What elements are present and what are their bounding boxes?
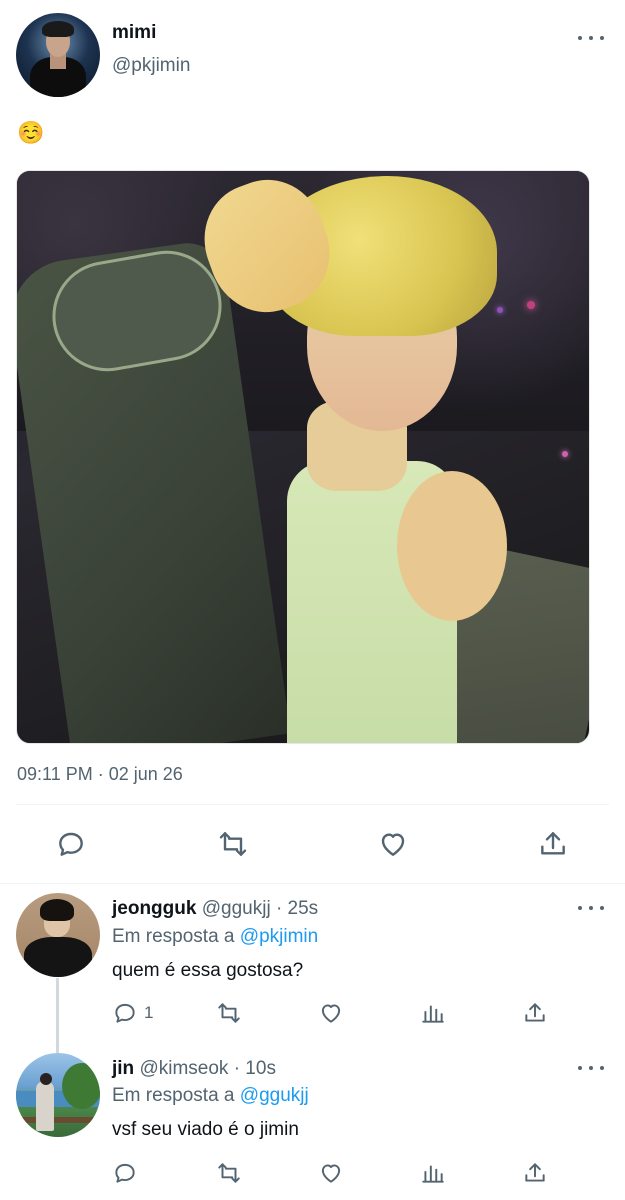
mention-link[interactable]: @pkjimin: [240, 926, 318, 947]
tweet-text: ☺️: [17, 120, 45, 145]
retweet-icon[interactable]: [213, 822, 253, 866]
replying-to: Em resposta a @ggukjj: [112, 1085, 309, 1107]
reply-author-name[interactable]: jeongguk: [112, 898, 196, 919]
reply-action-bar: 1: [0, 996, 625, 1030]
tweet-action-bar: [0, 822, 625, 866]
author-avatar[interactable]: [16, 13, 100, 97]
main-tweet: mimi @pkjimin ☺️ 09:11 PM · 02 jun 26: [0, 0, 625, 884]
author-handle[interactable]: @pkjimin: [112, 55, 190, 77]
reply-action-bar: [0, 1156, 625, 1190]
retweet-icon[interactable]: [216, 1156, 242, 1190]
reply-icon[interactable]: [112, 1156, 138, 1190]
like-icon[interactable]: [318, 996, 344, 1030]
divider: [0, 883, 625, 884]
reply-avatar[interactable]: [16, 893, 100, 977]
thread-connector-line: [56, 978, 59, 1053]
reply-icon[interactable]: [51, 822, 91, 866]
more-options-icon[interactable]: [578, 28, 604, 48]
reply-avatar[interactable]: [16, 1053, 100, 1137]
reply-handle-time[interactable]: @ggukjj · 25s: [202, 898, 318, 919]
more-options-icon[interactable]: [578, 898, 604, 918]
reply-header: jin @kimseok · 10s: [112, 1058, 276, 1080]
retweet-icon[interactable]: [216, 996, 242, 1030]
share-icon[interactable]: [522, 1156, 548, 1190]
reply-text: quem é essa gostosa?: [112, 960, 304, 981]
mention-link[interactable]: @ggukjj: [240, 1085, 309, 1106]
author-name[interactable]: mimi: [112, 22, 156, 44]
reply-header: jeongguk @ggukjj · 25s: [112, 898, 318, 920]
replying-to: Em resposta a @pkjimin: [112, 926, 318, 948]
reply-count: 1: [144, 1003, 154, 1022]
replying-to-label: Em resposta a: [112, 926, 240, 947]
share-icon[interactable]: [533, 822, 573, 866]
replying-to-label: Em resposta a: [112, 1085, 240, 1106]
share-icon[interactable]: [522, 996, 548, 1030]
like-icon[interactable]: [373, 822, 413, 866]
divider: [16, 804, 609, 805]
reply-handle-time[interactable]: @kimseok · 10s: [139, 1058, 276, 1079]
reply-icon[interactable]: 1: [112, 996, 153, 1030]
tweet-photo[interactable]: [16, 170, 590, 744]
analytics-icon[interactable]: [420, 1156, 446, 1190]
reply-text: vsf seu viado é o jimin: [112, 1119, 299, 1140]
analytics-icon[interactable]: [420, 996, 446, 1030]
tweet-timestamp[interactable]: 09:11 PM · 02 jun 26: [17, 764, 183, 785]
like-icon[interactable]: [318, 1156, 344, 1190]
more-options-icon[interactable]: [578, 1058, 604, 1078]
reply-author-name[interactable]: jin: [112, 1058, 134, 1079]
